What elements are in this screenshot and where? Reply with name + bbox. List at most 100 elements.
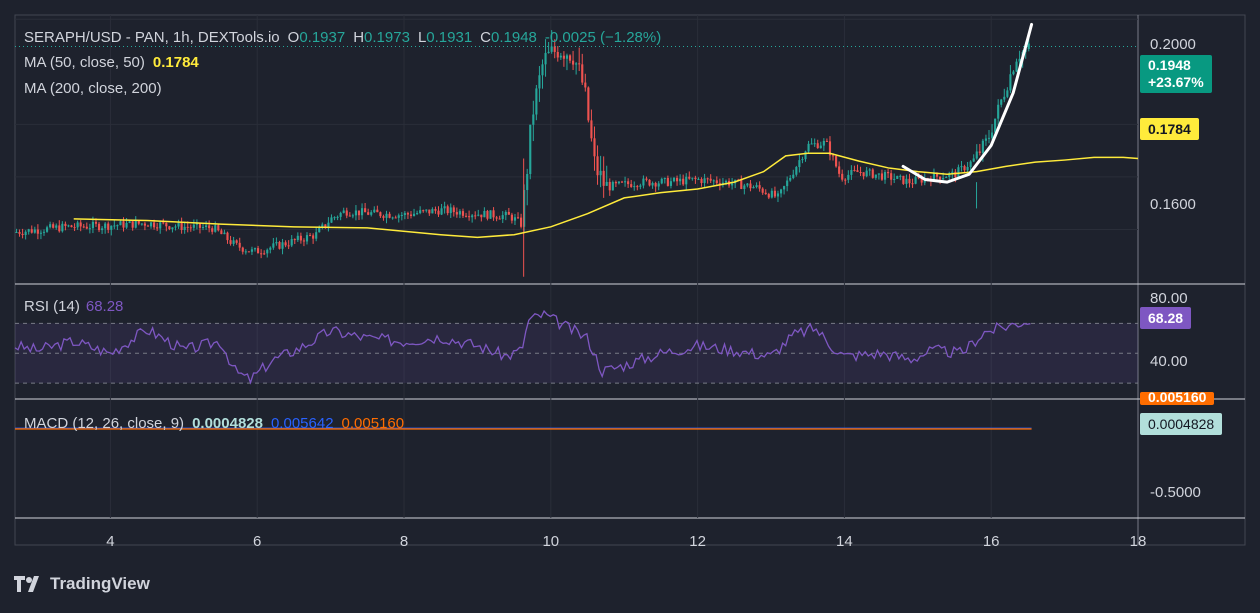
candle-body <box>104 223 107 229</box>
candle-body <box>890 173 893 180</box>
candle-body <box>838 166 841 174</box>
candle-body <box>416 213 419 215</box>
candle-body <box>853 169 856 171</box>
candle-body <box>15 232 18 234</box>
candle-body <box>107 223 110 230</box>
close-label: C <box>480 29 492 46</box>
candle-body <box>21 233 24 236</box>
candle-body <box>73 227 76 229</box>
candle-body <box>266 249 269 254</box>
candle-body <box>847 174 850 180</box>
candle-body <box>474 215 477 217</box>
candle-body <box>945 177 948 179</box>
price-tick-0: 0.2000 <box>1150 36 1196 53</box>
candle-body <box>905 178 908 184</box>
high-label: H <box>353 29 365 46</box>
candle-body <box>412 213 416 216</box>
candle-body <box>645 178 648 180</box>
candle-body <box>697 178 700 180</box>
candle-body <box>351 215 354 217</box>
candle-body <box>608 181 611 191</box>
ohlc-legend: SERAPH/USD - PAN, 1h, DEXTools.io O0.1937… <box>24 29 665 46</box>
candle-body <box>79 222 82 227</box>
chart-container[interactable]: 4 6 8 10 12 14 16 18 SERAPH/USD - PAN, 1h, DEXT… <box>0 0 1260 613</box>
tradingview-logo-icon <box>14 576 39 592</box>
candle-body <box>168 226 171 230</box>
candle-body <box>510 214 513 221</box>
candle-body <box>409 214 413 216</box>
candle-body <box>275 242 278 244</box>
candle-body <box>312 235 315 239</box>
time-tick-6: 6 <box>253 533 261 550</box>
time-tick-18: 18 <box>1130 533 1147 550</box>
candle-body <box>52 224 55 228</box>
candle-body <box>865 170 868 177</box>
candle-body <box>440 208 443 215</box>
high-value: 0.1973 <box>364 29 410 46</box>
candle-body <box>159 222 162 229</box>
candle-body <box>110 225 113 230</box>
candle-body <box>715 180 718 184</box>
candle-body <box>663 177 666 179</box>
candle-body <box>526 174 529 191</box>
chart-frame <box>14 14 1246 546</box>
candle-body <box>520 217 523 227</box>
candle-body <box>987 137 991 139</box>
candle-body <box>223 232 226 235</box>
low-value: 0.1931 <box>426 29 473 46</box>
candle-body <box>602 170 605 186</box>
candle-body <box>822 140 825 146</box>
candle-body <box>290 239 293 246</box>
candle-body <box>131 221 134 228</box>
candle-body <box>94 221 98 224</box>
candle-body <box>464 215 468 217</box>
candle-body <box>798 160 801 168</box>
candle-body <box>623 181 627 183</box>
candle-body <box>596 156 599 176</box>
candle-body <box>807 143 810 152</box>
candle-body <box>975 151 978 159</box>
candle-body <box>896 175 899 179</box>
candle-body <box>593 138 596 157</box>
candle-body <box>33 229 36 233</box>
candle-body <box>232 240 235 244</box>
candle-body <box>874 174 877 178</box>
candle-body <box>336 216 339 218</box>
candle-body <box>617 181 621 184</box>
rsi-tick-40: 40.00 <box>1150 353 1188 370</box>
close-value: 0.1948 <box>491 29 537 46</box>
candle-body <box>308 235 312 237</box>
candle-body <box>18 232 21 234</box>
candle-body <box>666 177 669 186</box>
candle-body <box>36 229 39 234</box>
candle-body <box>385 213 388 218</box>
candle-body <box>244 251 247 253</box>
candle-body <box>214 225 217 232</box>
candle-body <box>630 184 633 187</box>
candle-body <box>639 185 642 187</box>
candle-body <box>208 225 211 229</box>
time-tick-12: 12 <box>689 533 706 550</box>
rsi-tick-80: 80.00 <box>1150 290 1188 307</box>
candle-body <box>165 222 168 227</box>
candle-body <box>672 177 676 182</box>
candle-body <box>324 224 327 227</box>
candle-body <box>452 207 455 213</box>
rsi-legend: RSI (14) 68.28 <box>24 298 127 315</box>
candle-body <box>755 185 758 187</box>
candle-body <box>627 181 630 185</box>
candle-body <box>565 55 569 59</box>
candle-body <box>318 227 321 233</box>
candle-body <box>880 173 884 180</box>
candle-body <box>862 172 865 177</box>
candle-body <box>302 240 306 242</box>
candle-body <box>559 55 562 58</box>
candle-body <box>516 217 520 219</box>
ma50-value: 0.1784 <box>152 54 199 71</box>
candle-body <box>217 225 220 231</box>
chart-canvas[interactable]: 4 6 8 10 12 14 16 18 <box>0 0 1260 613</box>
candle-body <box>492 210 495 218</box>
tradingview-brand[interactable]: TradingView <box>14 574 150 594</box>
ma50-price-label: 0.1784 <box>1140 118 1199 140</box>
time-tick-16: 16 <box>983 533 1000 550</box>
